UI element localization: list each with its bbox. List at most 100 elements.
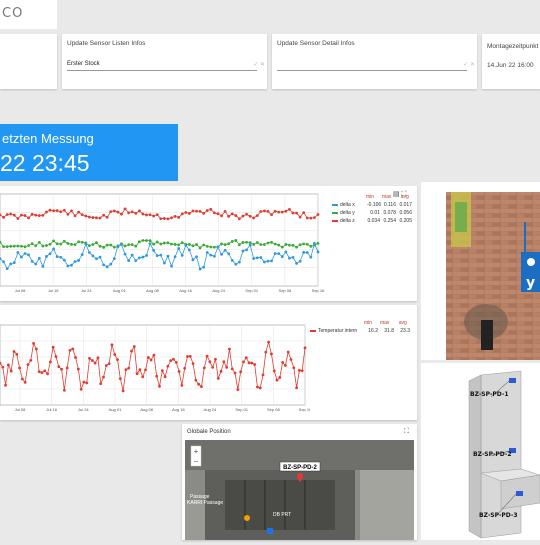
map-zoom-in-button[interactable]: + bbox=[194, 447, 199, 456]
delta-z-point bbox=[66, 212, 70, 216]
legend-row-delta-y[interactable]: delta y 0.01 0.078 0.056 bbox=[332, 210, 412, 216]
sensor-icon bbox=[509, 378, 516, 383]
delta-y-point bbox=[62, 239, 66, 243]
delta-z-point bbox=[237, 217, 241, 221]
temperature-point bbox=[236, 388, 240, 392]
delta-x-point bbox=[277, 252, 281, 256]
temperature-point bbox=[244, 356, 248, 360]
x-tick-label: Jul 16 bbox=[46, 407, 57, 412]
temperature-point bbox=[124, 368, 128, 372]
map-zoom-out-button[interactable]: − bbox=[194, 457, 199, 466]
delta-z-point bbox=[145, 213, 148, 217]
legend-header-max: max bbox=[381, 194, 392, 200]
temperature-point bbox=[85, 381, 89, 385]
legend-max: 0.078 bbox=[383, 210, 396, 216]
temperature-point bbox=[46, 372, 49, 376]
delta-z-point bbox=[20, 213, 23, 217]
confirm-cancel-icons[interactable]: ✓ ✕ bbox=[253, 61, 265, 68]
delta-x-point bbox=[270, 259, 273, 263]
delta-x-point bbox=[73, 260, 77, 263]
delta-y-point bbox=[270, 240, 273, 244]
temperature-point bbox=[284, 364, 287, 367]
temperature-point bbox=[272, 369, 276, 373]
delta-y-point bbox=[305, 242, 309, 246]
temperature-point bbox=[79, 387, 83, 391]
temperature-chart-svg[interactable]: Jul 08 Jul 16 Jul 24 Aug 01 Aug 08 Aug 16 Aug … bbox=[0, 305, 310, 417]
delta-z-point bbox=[2, 215, 5, 219]
temperature-point bbox=[32, 342, 35, 345]
delta-x-point bbox=[141, 255, 145, 259]
confirm-cancel-icons[interactable]: ✓ ✕ bbox=[463, 61, 475, 68]
diagram-label-pd3: BZ-SP-PD-3 bbox=[479, 512, 518, 519]
detail-infos-field[interactable]: ✓ ✕ bbox=[277, 60, 475, 71]
legend-row-delta-x[interactable]: delta x -0.106 0.116 0.017 bbox=[332, 202, 412, 208]
list-infos-input[interactable]: Erster Stock bbox=[67, 61, 100, 67]
delta-z-point bbox=[70, 209, 73, 213]
delta-x-point bbox=[209, 253, 213, 257]
x-tick-label: Jul 16 bbox=[48, 288, 59, 293]
poi-icon[interactable] bbox=[244, 515, 250, 521]
delta-z-point bbox=[77, 210, 81, 214]
delta-z-point bbox=[220, 214, 223, 218]
delta-x-point bbox=[309, 255, 313, 259]
list-infos-field[interactable]: Erster Stock ✓ ✕ bbox=[67, 60, 265, 71]
delta-x-point bbox=[45, 255, 48, 258]
temperature-point bbox=[135, 372, 139, 376]
delta-x-point bbox=[5, 267, 9, 271]
delta-x-point bbox=[98, 255, 102, 259]
temperature-point bbox=[48, 360, 52, 364]
temperature-point bbox=[225, 365, 229, 369]
temperature-point bbox=[23, 381, 27, 384]
diagram-label-pd1: BZ-SP-PD-1 bbox=[470, 391, 509, 398]
delta-x-point bbox=[30, 259, 34, 263]
legend-max: 31.8 bbox=[384, 328, 394, 334]
delta-y-point bbox=[152, 242, 156, 246]
update-list-infos-card: Update Sensor Listen Infos Erster Stock … bbox=[62, 34, 267, 89]
x-tick-label: Sep 08 bbox=[279, 288, 292, 293]
delta-x-point bbox=[170, 264, 173, 268]
delta-y-point bbox=[177, 243, 181, 247]
delta-z-point bbox=[234, 214, 238, 217]
diagram-label-pd2: BZ-SP-PD-2 bbox=[473, 451, 512, 458]
temperature-point bbox=[110, 343, 114, 347]
transit-icon[interactable] bbox=[267, 528, 273, 534]
temperature-point bbox=[230, 367, 234, 371]
delta-y-point bbox=[91, 243, 95, 246]
delta-x-point bbox=[298, 259, 302, 263]
delta-x-point bbox=[273, 252, 277, 256]
delta-z-point bbox=[120, 212, 123, 216]
x-tick-label: Aug 01 bbox=[109, 407, 122, 412]
delta-chart-svg[interactable]: Jul 08 Jul 16 Jul 24 Aug 01 Aug 08 Aug 16 Aug … bbox=[0, 186, 330, 298]
delta-y-point bbox=[212, 245, 216, 249]
legend-label: Temperatur intern bbox=[318, 328, 358, 334]
delta-z-point bbox=[80, 213, 84, 217]
temperature-point bbox=[99, 382, 103, 386]
temperature-point bbox=[160, 369, 164, 373]
legend-row-delta-z[interactable]: delta z 0.034 0.254 0.205 bbox=[332, 218, 412, 224]
delta-y-point bbox=[302, 242, 306, 246]
delta-z-point bbox=[109, 210, 113, 214]
delta-z-point bbox=[62, 208, 66, 212]
map-expand-icon[interactable]: ⛶ bbox=[404, 428, 409, 436]
delta-y-point bbox=[202, 243, 206, 247]
delta-z-point bbox=[45, 210, 48, 214]
delta-z-point bbox=[209, 207, 213, 211]
delta-z-point bbox=[23, 214, 27, 217]
legend-row-temperature[interactable]: Temperatur intern 16.2 31.8 23.3 bbox=[310, 328, 410, 334]
delta-z-point bbox=[55, 209, 59, 213]
delta-z-point bbox=[259, 210, 263, 213]
delta-y-point bbox=[70, 242, 73, 246]
temperature-point bbox=[191, 362, 195, 366]
series-swatch bbox=[332, 203, 338, 206]
temperature-point bbox=[180, 383, 184, 387]
delta-x-point bbox=[95, 257, 98, 261]
delta-x-point bbox=[130, 253, 134, 257]
delta-x-point bbox=[280, 255, 284, 258]
delta-z-point bbox=[263, 209, 266, 213]
delta-y-point bbox=[23, 245, 27, 249]
temperature-point bbox=[9, 369, 13, 373]
series-swatch bbox=[310, 329, 316, 332]
delta-y-point bbox=[159, 242, 163, 246]
map-view[interactable]: BZ-SP-PD-2 Passage DB PRT KARRI Passage … bbox=[185, 440, 414, 540]
delta-z-point bbox=[148, 213, 152, 217]
